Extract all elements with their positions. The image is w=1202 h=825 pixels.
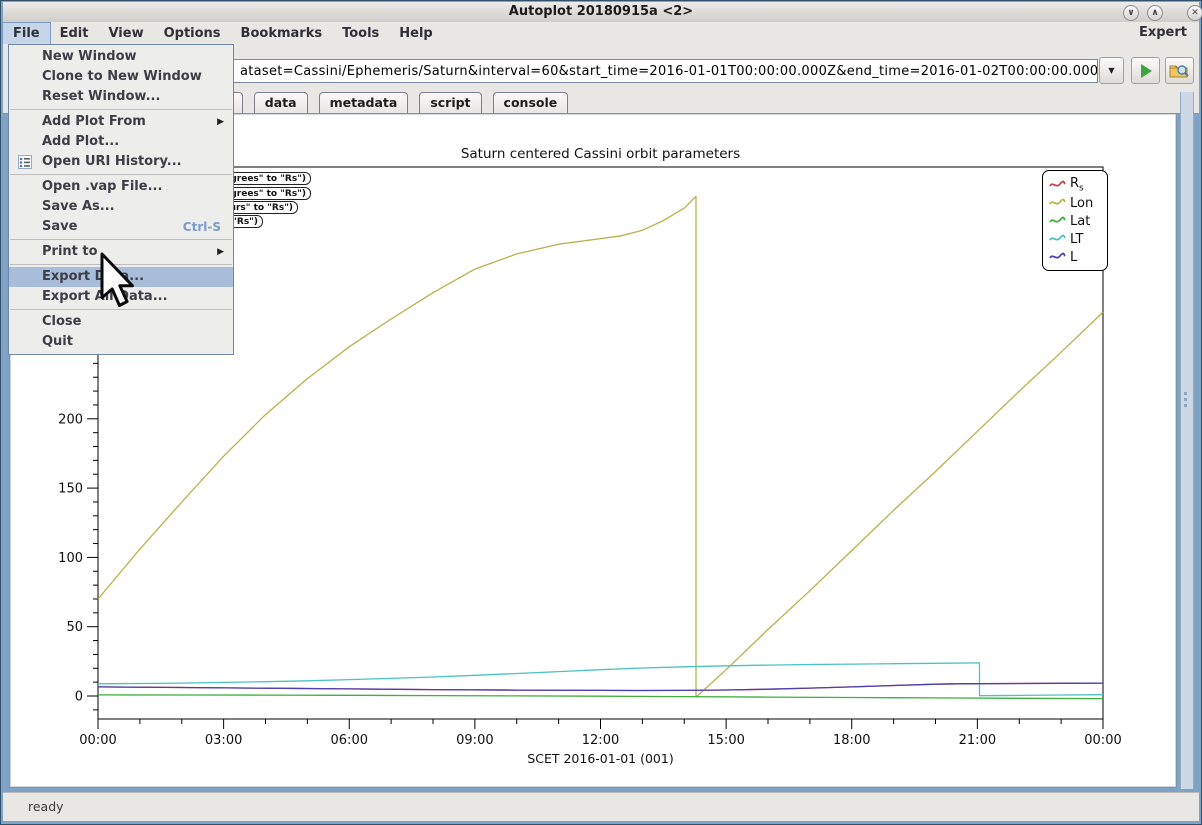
menu-file[interactable]: File [3, 23, 50, 44]
legend-label: Rs [1070, 176, 1084, 194]
series-line-Lon [98, 196, 1103, 697]
x-tick-label: 00:00 [79, 733, 116, 748]
tab-console[interactable]: console [493, 92, 569, 113]
plot-frame [98, 167, 1103, 719]
mouse-cursor-icon [100, 252, 138, 310]
x-tick-label: 15:00 [707, 733, 744, 748]
legend[interactable]: Rs Lon Lat LT L [1042, 170, 1108, 271]
legend-item-Lat[interactable]: Lat [1049, 212, 1103, 230]
menubar: FileEditViewOptionsBookmarksToolsHelp Ex… [3, 22, 1199, 44]
minimize-button[interactable]: ∨ [1123, 5, 1139, 21]
open-local-file-button[interactable] [1165, 57, 1194, 84]
titlebar: Autoplot 20180915a <2> ∨ ∧ ✕ [3, 2, 1199, 23]
legend-item-L[interactable]: L [1049, 248, 1103, 266]
status-text: ready [28, 799, 64, 814]
legend-line-sample [1049, 234, 1066, 244]
x-tick-label: 18:00 [833, 733, 870, 748]
menu-separator [10, 174, 232, 175]
x-tick-label: 09:00 [456, 733, 493, 748]
window-title: Autoplot 20180915a <2> [3, 4, 1199, 19]
y-tick-label: 0 [75, 690, 83, 705]
series-line-Lat [98, 695, 1103, 699]
go-button[interactable] [1131, 57, 1160, 84]
menu-tools[interactable]: Tools [332, 23, 389, 44]
play-icon [1141, 64, 1152, 78]
x-tick-label: 06:00 [331, 733, 368, 748]
file-menu-item-add-plot[interactable]: Add Plot... [9, 132, 233, 152]
x-tick-label: 03:00 [205, 733, 242, 748]
x-tick-label: 12:00 [582, 733, 619, 748]
file-menu-item-quit[interactable]: Quit [9, 332, 233, 352]
x-tick-label: 00:00 [1084, 733, 1121, 748]
legend-label: L [1070, 250, 1077, 265]
file-menu-item-reset-window[interactable]: Reset Window... [9, 87, 233, 107]
tab-data[interactable]: data [254, 92, 308, 113]
file-menu-item-add-plot-from[interactable]: Add Plot From▶ [9, 112, 233, 132]
legend-item-Lon[interactable]: Lon [1049, 194, 1103, 212]
submenu-arrow-icon: ▶ [217, 112, 224, 132]
y-tick-label: 50 [66, 620, 83, 635]
menu-help[interactable]: Help [389, 23, 442, 44]
statusbar: ready [3, 792, 1199, 821]
close-button[interactable]: ✕ [1187, 5, 1202, 21]
file-menu-item-save[interactable]: SaveCtrl-S [9, 217, 233, 237]
legend-item-LT[interactable]: LT [1049, 230, 1103, 248]
splitter-handle-icon [1184, 392, 1187, 407]
y-tick-label: 150 [58, 482, 83, 497]
menu-separator [10, 109, 232, 110]
uri-dropdown-button[interactable]: ▼ [1099, 57, 1124, 84]
file-menu-item-save-as[interactable]: Save As... [9, 197, 233, 217]
y-tick-label: 100 [58, 551, 83, 566]
y-tick-label: 200 [58, 412, 83, 427]
tab-metadata[interactable]: metadata [319, 92, 409, 113]
legend-label: Lon [1070, 196, 1093, 211]
menu-bookmarks[interactable]: Bookmarks [231, 23, 333, 44]
uri-input[interactable] [230, 59, 1098, 83]
file-menu-item-close[interactable]: Close [9, 312, 233, 332]
legend-label: Lat [1070, 214, 1090, 229]
file-menu-item-clone-to-new-window[interactable]: Clone to New Window [9, 67, 233, 87]
legend-label: LT [1070, 232, 1083, 247]
expert-mode-label[interactable]: Expert [1139, 25, 1187, 40]
legend-line-sample [1049, 180, 1066, 190]
x-axis-label: SCET 2016-01-01 (001) [98, 751, 1103, 766]
vertical-splitter[interactable] [1180, 92, 1194, 789]
legend-line-sample [1049, 252, 1066, 262]
file-menu-item-open-uri-history[interactable]: Open URI History... [9, 152, 233, 172]
menu-edit[interactable]: Edit [50, 23, 99, 44]
uri-history-icon [18, 155, 33, 169]
file-menu-item-open-vap-file[interactable]: Open .vap File... [9, 177, 233, 197]
legend-line-sample [1049, 216, 1066, 226]
tab-script[interactable]: script [419, 92, 481, 113]
legend-line-sample [1049, 198, 1066, 208]
maximize-button[interactable]: ∧ [1147, 5, 1163, 21]
legend-item-Rs[interactable]: Rs [1049, 176, 1103, 194]
plot-title: Saturn centered Cassini orbit parameters [98, 146, 1103, 162]
menu-separator [10, 239, 232, 240]
file-menu-item-new-window[interactable]: New Window [9, 47, 233, 67]
autoplot-window: { "window": { "title": "Autoplot 2018091… [0, 0, 1202, 825]
menu-view[interactable]: View [98, 23, 153, 44]
menu-options[interactable]: Options [154, 23, 231, 44]
accelerator-label: Ctrl-S [183, 217, 221, 237]
x-tick-label: 21:00 [959, 733, 996, 748]
folder-search-icon [1166, 58, 1193, 83]
series-line-L [98, 683, 1103, 690]
submenu-arrow-icon: ▶ [217, 242, 224, 262]
